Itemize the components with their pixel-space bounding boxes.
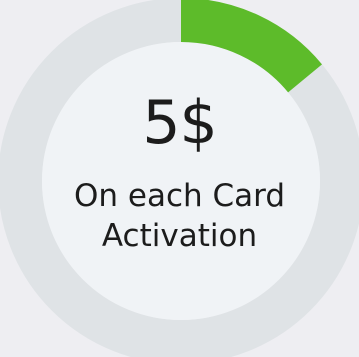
reward-caption-line-2: Activation: [101, 218, 258, 254]
reward-caption: On each Card Activation: [0, 176, 359, 256]
reward-amount: 5$: [142, 88, 217, 158]
progress-ring-label: 5$ On each Card Activation: [0, 0, 359, 357]
reward-caption-line-1: On each Card: [73, 178, 286, 214]
progress-ring-widget: 5$ On each Card Activation: [0, 0, 359, 357]
